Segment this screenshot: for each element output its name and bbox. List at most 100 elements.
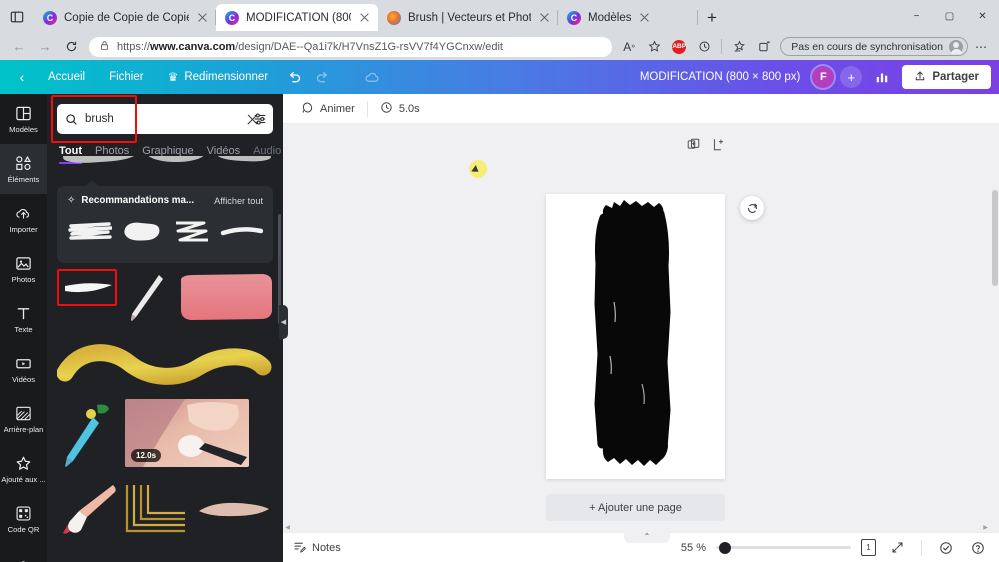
undo-icon[interactable] [280,64,308,90]
browser-essentials-icon[interactable] [752,36,776,58]
resize-button[interactable]: ♛ Redimensionner [156,64,281,90]
sidebar-item-elements[interactable]: Éléments [0,144,47,194]
left-rail: Modèles Éléments Importer Photos Texte V… [0,94,47,562]
blob-stroke-thumb[interactable] [117,217,162,251]
profile-avatar-icon[interactable] [949,39,963,54]
sidebar-item-label: Modèles [9,124,38,134]
redo-icon[interactable] [308,64,336,90]
zoom-slider-knob[interactable] [719,541,731,554]
black-vertical-brush-stroke[interactable] [546,194,725,479]
result-makeup-brush-video[interactable]: 12.0s [125,399,249,467]
photos-icon [15,255,32,272]
sidebar-item-label: Ajouté aux ... [1,474,46,484]
close-icon[interactable] [638,11,651,24]
zigzag-stroke-thumb[interactable] [168,217,213,251]
star-add-icon[interactable] [642,36,666,58]
crown-icon: ♛ [167,70,179,84]
adblock-icon[interactable]: ABP [667,36,691,58]
design-canvas-page[interactable] [546,194,725,479]
sidebar-item-background[interactable]: Arrière-plan [0,394,47,444]
tab-list-icon[interactable] [0,0,34,33]
browser-tab-1[interactable]: Copie de Copie de Copie de Cop [34,4,216,31]
ellipsis-icon[interactable]: ⋯ [969,36,993,58]
insights-bar-chart-icon[interactable] [868,64,896,90]
reload-icon[interactable] [58,35,84,59]
timeline-collapse-tab[interactable]: ⌃ [624,532,670,543]
duration-button[interactable]: 5.0s [372,98,428,120]
sidebar-item-qr[interactable]: Code QR [0,494,47,544]
minimize-icon[interactable]: − [900,0,933,33]
share-button[interactable]: Partager [902,65,991,89]
scroll-left-arrow[interactable]: ◀ [283,523,292,532]
sidebar-item-photos[interactable]: Photos [0,244,47,294]
scroll-right-arrow[interactable]: ▶ [981,523,990,532]
dash-stroke-thumb[interactable] [218,217,263,251]
sidebar-item-text[interactable]: Texte [0,294,47,344]
app-root: Copie de Copie de Copie de Cop MODIFICAT… [0,0,999,562]
scribble-stroke-thumb[interactable] [67,217,113,251]
sidebar-item-co2[interactable]: CO₂ [0,544,47,562]
result-red-paint-brush[interactable] [57,483,118,535]
page-view-icon[interactable]: 1 [861,539,876,556]
address-bar[interactable]: https://www.canva.com/design/DAE--Qa1i7k… [89,36,613,57]
check-circle-icon[interactable] [935,537,957,559]
toolbar-divider [721,39,723,54]
canvas-vertical-scrollbar[interactable] [990,154,999,532]
notes-button[interactable]: Notes [293,540,341,556]
sidebar-item-templates[interactable]: Modèles [0,94,47,144]
chevron-left-icon[interactable]: ‹ [8,64,36,90]
close-window-icon[interactable]: ✕ [966,0,999,33]
cloud-saved-icon[interactable] [358,64,386,90]
browser-tab-2[interactable]: MODIFICATION (800 × 800 px) - [216,4,378,31]
address-bar-url: https://www.canva.com/design/DAE--Qa1i7k… [117,40,503,53]
browser-chrome: Copie de Copie de Copie de Cop MODIFICAT… [0,0,999,60]
avatar[interactable]: F [812,66,835,88]
result-gold-paint-swirl[interactable] [57,333,273,393]
help-circle-icon[interactable] [967,537,989,559]
close-icon[interactable] [538,11,551,24]
read-aloud-icon[interactable]: A» [617,36,641,58]
browser-tab-3[interactable]: Brush | Vecteurs et Photos gratu [378,4,558,31]
browser-tab-title: Modèles [588,11,632,24]
duplicate-page-icon[interactable] [687,138,700,154]
result-thin-pale-brush[interactable] [122,269,169,327]
collections-icon[interactable] [727,36,751,58]
result-white-brush-stroke[interactable] [57,269,117,306]
panel-scroll-region[interactable]: ✧ Recommandations ma... Afficher tout 12… [47,156,283,562]
search-input[interactable] [85,113,239,125]
sidebar-item-upload[interactable]: Importer [0,194,47,244]
arrow-right-icon[interactable]: → [32,35,58,59]
maximize-icon[interactable]: ▢ [933,0,966,33]
zoom-slider[interactable] [716,541,851,554]
result-beige-brush-stroke[interactable] [193,483,273,535]
refresh-rotate-icon[interactable] [740,196,764,220]
panel-collapse-handle[interactable]: ◀ [279,305,288,339]
result-pink-paint-swatch[interactable] [174,269,273,327]
arrow-left-icon[interactable]: ← [6,35,32,59]
result-gold-corner-frame[interactable] [123,483,188,535]
add-page-button[interactable]: + Ajouter une page [546,494,725,521]
sidebar-item-videos[interactable]: Vidéos [0,344,47,394]
close-icon[interactable] [196,11,209,24]
sync-status-label: Pas en cours de synchronisation [791,40,943,53]
search-box[interactable] [57,104,273,134]
new-tab-button[interactable]: + [698,4,726,31]
close-icon[interactable] [358,11,371,24]
sidebar-item-starred[interactable]: Ajouté aux ... [0,444,47,494]
sync-status-pill[interactable]: Pas en cours de synchronisation [780,37,968,56]
browser-tab-4[interactable]: Modèles [558,4,698,31]
canvas-horizontal-scrollbar[interactable]: ◀ ▶ [283,523,999,532]
add-member-button[interactable]: + [840,66,863,88]
history-icon[interactable] [692,36,716,58]
home-button[interactable]: Accueil [36,64,97,90]
expand-arrows-icon[interactable] [886,537,908,559]
add-page-icon[interactable] [712,138,725,154]
notes-icon [293,540,307,556]
file-menu-button[interactable]: Fichier [97,64,156,90]
scrollbar-thumb[interactable] [992,190,998,286]
share-upload-icon [914,70,926,85]
result-blue-paint-brush[interactable] [57,399,119,477]
see-all-link[interactable]: Afficher tout [214,196,263,206]
canvas-area[interactable]: + Ajouter une page ◀ ▶ [283,124,999,532]
animate-button[interactable]: Animer [293,98,363,120]
